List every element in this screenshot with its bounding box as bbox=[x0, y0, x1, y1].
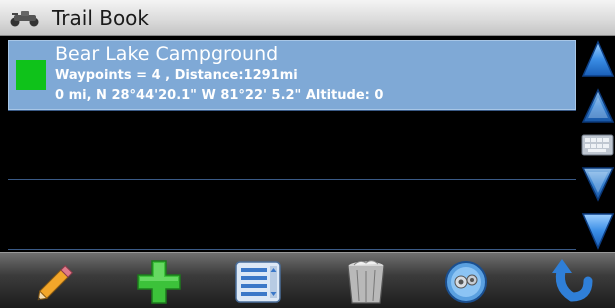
list-item-empty[interactable] bbox=[8, 180, 576, 250]
list-icon[interactable] bbox=[232, 257, 284, 307]
scroll-controls bbox=[580, 37, 615, 252]
trail-color-swatch bbox=[16, 60, 46, 90]
trail-coordinates: 0 mi, N 28°44'20.1" W 81°22' 5.2" Altitu… bbox=[55, 88, 384, 103]
trash-icon[interactable] bbox=[340, 257, 392, 307]
back-icon[interactable] bbox=[546, 257, 598, 307]
trail-summary: Waypoints = 4 , Distance:1291mi bbox=[55, 68, 298, 83]
pencil-icon[interactable] bbox=[30, 257, 82, 307]
atv-icon bbox=[10, 11, 39, 27]
trail-list[interactable]: Bear Lake Campground Waypoints = 4 , Dis… bbox=[0, 37, 582, 250]
settings-icon[interactable] bbox=[440, 257, 492, 307]
list-item[interactable]: Bear Lake Campground Waypoints = 4 , Dis… bbox=[8, 40, 576, 110]
scroll-up-icon[interactable] bbox=[580, 85, 615, 127]
toolbar bbox=[0, 252, 615, 308]
title-bar: Trail Book bbox=[0, 0, 615, 36]
page-title: Trail Book bbox=[52, 6, 150, 30]
scroll-down-icon[interactable] bbox=[580, 163, 615, 205]
list-item-empty[interactable] bbox=[8, 110, 576, 180]
keyboard-icon[interactable] bbox=[580, 131, 615, 159]
page-up-icon[interactable] bbox=[580, 39, 615, 81]
trail-name: Bear Lake Campground bbox=[55, 43, 279, 65]
add-icon[interactable] bbox=[133, 257, 185, 307]
page-down-icon[interactable] bbox=[580, 209, 615, 251]
